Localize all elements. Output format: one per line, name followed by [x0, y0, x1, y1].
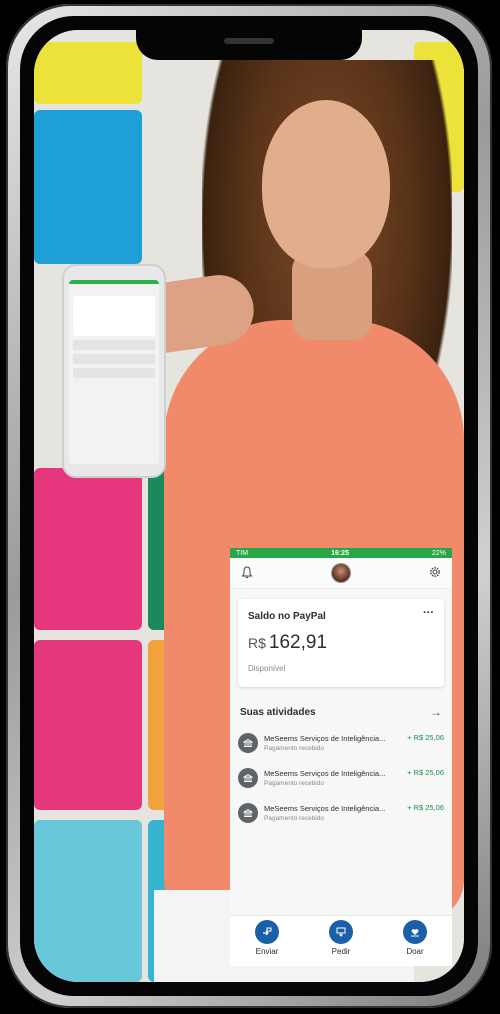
handheld-phone — [62, 264, 166, 478]
clock: 16:25 — [331, 549, 349, 557]
tab-send-label: Enviar — [255, 947, 279, 956]
more-options-button[interactable]: ··· — [423, 607, 434, 619]
activity-row[interactable]: MeSeems Serviços de Inteligência... Paga… — [230, 760, 452, 795]
wall-tile — [34, 110, 142, 264]
handheld-activity-row — [73, 340, 155, 350]
activities-header[interactable]: Suas atividades → — [230, 697, 452, 725]
wall-tile — [34, 42, 142, 104]
handheld-phone-screen — [69, 280, 159, 464]
bank-icon — [238, 802, 258, 823]
activities-title: Suas atividades — [240, 706, 316, 718]
donate-icon — [403, 920, 427, 944]
tab-request-label: Pedir — [331, 947, 351, 956]
activity-text: MeSeems Serviços de Inteligência... Paga… — [264, 769, 403, 787]
activity-name: MeSeems Serviços de Inteligência... — [264, 768, 386, 778]
activity-name: MeSeems Serviços de Inteligência... — [264, 803, 386, 813]
gear-icon[interactable] — [428, 566, 442, 580]
tab-donate[interactable]: Doar — [385, 920, 445, 956]
tab-request[interactable]: Pedir — [311, 920, 371, 956]
speaker-grill — [224, 38, 274, 44]
phone-notch — [136, 30, 362, 60]
wall-tile — [34, 468, 142, 630]
activity-amount: + R$ 25,06 — [407, 768, 444, 777]
activity-status: Pagamento recebido — [264, 779, 324, 787]
bank-icon — [238, 767, 258, 788]
paypal-app: TIM 16:25 22% Saldo no PayPal ··· R$ 162,… — [230, 548, 452, 966]
activity-amount: + R$ 25,06 — [407, 803, 444, 812]
activity-amount: + R$ 25,06 — [407, 733, 444, 742]
battery-label: 22% — [431, 549, 446, 557]
activity-name: MeSeems Serviços de Inteligência... — [264, 733, 386, 743]
activity-row[interactable]: MeSeems Serviços de Inteligência... Paga… — [230, 795, 452, 830]
bell-icon[interactable] — [240, 566, 254, 580]
balance-value: 162,91 — [268, 632, 328, 653]
tab-send[interactable]: Enviar — [237, 920, 297, 956]
handheld-activity-row — [73, 368, 155, 378]
activity-status: Pagamento recebido — [264, 814, 324, 822]
balance-card[interactable]: Saldo no PayPal ··· R$ 162,91 Disponível — [238, 599, 444, 687]
activity-text: MeSeems Serviços de Inteligência... Paga… — [264, 734, 403, 752]
handheld-balance-card — [73, 296, 155, 336]
send-icon — [255, 920, 279, 944]
balance-title: Saldo no PayPal — [248, 611, 326, 622]
avatar[interactable] — [331, 563, 351, 583]
balance-status: Disponível — [248, 664, 286, 673]
status-bar: TIM 16:25 22% — [230, 548, 452, 558]
wall-tile — [34, 820, 142, 982]
wall-tile — [34, 640, 142, 810]
app-header — [230, 558, 452, 589]
request-icon — [329, 920, 353, 944]
tab-donate-label: Doar — [406, 947, 424, 956]
balance-amount: R$ 162,91 — [248, 632, 434, 654]
carrier-label: TIM — [236, 549, 249, 557]
activity-row[interactable]: MeSeems Serviços de Inteligência... Paga… — [230, 725, 452, 760]
handheld-status-bar — [69, 280, 159, 284]
bank-icon — [238, 732, 258, 753]
bottom-tab-bar: Enviar Pedir Doar — [230, 915, 452, 966]
activity-status: Pagamento recebido — [264, 744, 324, 752]
arrow-right-icon[interactable]: → — [430, 705, 442, 719]
activity-text: MeSeems Serviços de Inteligência... Paga… — [264, 804, 403, 822]
currency-symbol: R$ — [248, 635, 266, 651]
handheld-activity-row — [73, 354, 155, 364]
woman-face — [262, 100, 390, 268]
